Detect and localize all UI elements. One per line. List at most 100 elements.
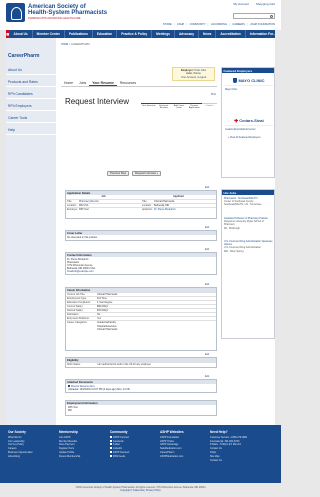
previous-step-button[interactable]: Previous Step: [107, 171, 130, 176]
employment-body: RPh Test MD: [68, 405, 78, 412]
page: American Society of Health-System Pharma…: [0, 0, 281, 497]
sidebar-item-help[interactable]: Help: [6, 125, 56, 135]
sidebar-item-rph-employers[interactable]: RPh Employers: [6, 101, 56, 111]
sidebar-item-career-tools[interactable]: Career Tools: [6, 113, 56, 123]
main-nav: About Us Member Center Publications Educ…: [6, 30, 276, 38]
ashp-logo-mark-icon: [6, 3, 25, 22]
application-grid: Title: Pharmacy Director Location: MD USA …: [66, 199, 216, 211]
table-row: Desired Salary: $70,000/yr: [66, 308, 216, 312]
table-row: Applicant: Dr. Pierce Broadcub: [141, 207, 216, 211]
sidebar-title[interactable]: CareerPharm: [8, 53, 39, 60]
print-link[interactable]: Print: [211, 93, 216, 96]
footer-column-community: Community ASHP Connect Facebook Twitter …: [110, 430, 160, 459]
table-row: Location: Bethesda, MD: [141, 203, 216, 207]
table-row: Location: MD USA: [66, 203, 141, 207]
tab-jobs[interactable]: Jobs: [76, 80, 89, 86]
step-cover-letter: Add Cover Letter: [171, 103, 187, 112]
site-search-input[interactable]: [233, 13, 275, 19]
logout-link[interactable]: Logout: [198, 76, 206, 79]
table-row: Current Job Title: Clinical Pharmacist: [66, 292, 216, 296]
footer-heading: Membership: [59, 430, 78, 434]
rss-icon: [110, 455, 112, 458]
nav-about-us[interactable]: About Us: [10, 30, 33, 38]
my-account-link[interactable]: My Account: [233, 2, 249, 6]
cedars-cross-icon: [234, 118, 239, 123]
edit-career-link[interactable]: Edit: [205, 283, 209, 286]
step-confirm: Confirm: [201, 103, 218, 112]
tab-resources[interactable]: Resources: [117, 80, 139, 86]
footer-column-society: Our Society What We Do Our Leadership Ou…: [8, 430, 58, 459]
page-title: Request Interview: [65, 97, 130, 106]
search-icon[interactable]: [270, 15, 273, 18]
application-details-section: Application Details Job Applicant Title:…: [65, 190, 217, 219]
util-link-community[interactable]: COMMUNITY: [190, 23, 206, 26]
tab-your-resume[interactable]: Your Resume: [89, 80, 117, 86]
util-link-according[interactable]: ACCORDING: [211, 23, 227, 26]
util-link-careers[interactable]: CAREERS: [232, 23, 245, 26]
table-row: Title: Pharmacy Director: [66, 199, 141, 203]
util-link-store[interactable]: STORE: [163, 23, 172, 26]
documents-body: Director Resume.docx Uploaded: 10/15/201…: [66, 384, 216, 392]
facebook-icon: [110, 439, 112, 442]
hot-jobs-header: Hot Jobs: [222, 190, 274, 195]
util-link-foundation[interactable]: ASHP FOUNDATION: [250, 23, 275, 26]
edit-application-link[interactable]: Edit: [205, 186, 209, 189]
contact-email-link[interactable]: broadcub@example.com: [67, 270, 215, 273]
job-details: Title: Pharmacy Director Location: MD USA …: [66, 199, 141, 211]
edit-eligibility-link[interactable]: Edit: [205, 353, 209, 356]
employer-logo-mayo[interactable]: MAYO CLINIC: [225, 76, 273, 86]
employer-link-mayo[interactable]: Mayo Clinic: [225, 88, 237, 91]
footer-link[interactable]: Renew Membership: [59, 455, 109, 459]
footer-link[interactable]: Advertising: [8, 455, 58, 459]
sidebar: CareerPharm About Us Products and Rates …: [6, 38, 56, 425]
sidebar-item-products-rates[interactable]: Products and Rates: [6, 77, 56, 87]
breadcrumb-home[interactable]: HOME: [61, 43, 68, 46]
nav-meetings[interactable]: Meetings: [152, 30, 175, 38]
nav-member-center[interactable]: Member Center: [33, 30, 65, 38]
list-item: Pharmacist - Southeast/Mid-TN Center of …: [224, 197, 274, 207]
legal-links[interactable]: Copyright | Trademark | Privacy Policy: [0, 489, 281, 492]
footer-heading: Community: [110, 430, 128, 434]
table-row: Work Status: I am authorized to work in t…: [66, 362, 216, 366]
footer-link[interactable]: RSS Feeds: [110, 455, 160, 459]
your-account-link[interactable]: Your Account |: [181, 76, 198, 79]
tab-home[interactable]: Home: [61, 80, 76, 86]
nav-publications[interactable]: Publications: [65, 30, 93, 38]
nav-advocacy[interactable]: Advocacy: [175, 30, 200, 38]
nav-news[interactable]: News: [199, 30, 217, 38]
applicant-name-link[interactable]: Dr. Pierce Broadcub: [153, 208, 216, 211]
employer-logo-cedars[interactable]: Cedars-Sinai: [225, 116, 273, 126]
employer-link-cedars[interactable]: Cedars-Sinai Medical Center: [225, 128, 256, 131]
account-links: My Account Shopping Cart: [227, 2, 275, 7]
step-find-resume: Find your Resume: [156, 103, 172, 112]
copyright-bar: ©2013 American Society of Health-System …: [0, 483, 281, 497]
job-title-link[interactable]: Pharmacy Director: [78, 200, 141, 203]
content-container: CareerPharm About Us Products and Rates …: [6, 38, 275, 432]
footer-link[interactable]: ASHPMedication.com: [160, 455, 210, 459]
shopping-cart-link[interactable]: Shopping Cart: [256, 2, 275, 6]
edit-documents-link[interactable]: Edit: [205, 375, 209, 378]
document-icon: [68, 384, 70, 388]
linkedin-icon: [110, 447, 112, 450]
step-preview-application: Preview Application: [186, 103, 202, 112]
contact-body: Dr. Pierce Broadcub Pharmacist 7272 Wisc…: [66, 257, 216, 274]
table-row: Education Completed: 4 Year Degree: [66, 300, 216, 304]
nav-practice-policy[interactable]: Practice & Policy: [117, 30, 153, 38]
sidebar-item-rph-candidates[interactable]: RPh Candidates: [6, 89, 56, 99]
edit-contact-link[interactable]: Edit: [205, 248, 209, 251]
nav-education[interactable]: Education: [93, 30, 118, 38]
nav-accreditation[interactable]: Accreditation: [216, 30, 246, 38]
upload-info: Uploaded: 10/15/2013 12:07 PM (4 days ag…: [68, 388, 130, 392]
contact-information-section: Contact Information Dr. Pierce Broadcub …: [65, 252, 217, 275]
footer-link[interactable]: Contact Us: [210, 459, 274, 463]
employment-information-section: Employment Information RPh Test MD: [65, 400, 217, 416]
cover-letter-text: No interested in this position.: [67, 235, 98, 239]
ashp-logo[interactable]: American Society of Health-System Pharma…: [6, 3, 111, 23]
view-all-employers-link[interactable]: » View All Featured Employers: [228, 136, 268, 139]
util-link-ashp[interactable]: ASHP: [177, 23, 184, 26]
nav-information-for[interactable]: Information For...: [246, 30, 280, 38]
request-interview-button[interactable]: Request Interview »: [132, 171, 162, 176]
edit-cover-letter-link[interactable]: Edit: [205, 226, 209, 229]
footer-heading: ASHP Websites: [160, 430, 184, 434]
sidebar-item-about-us[interactable]: About Us: [6, 65, 56, 75]
